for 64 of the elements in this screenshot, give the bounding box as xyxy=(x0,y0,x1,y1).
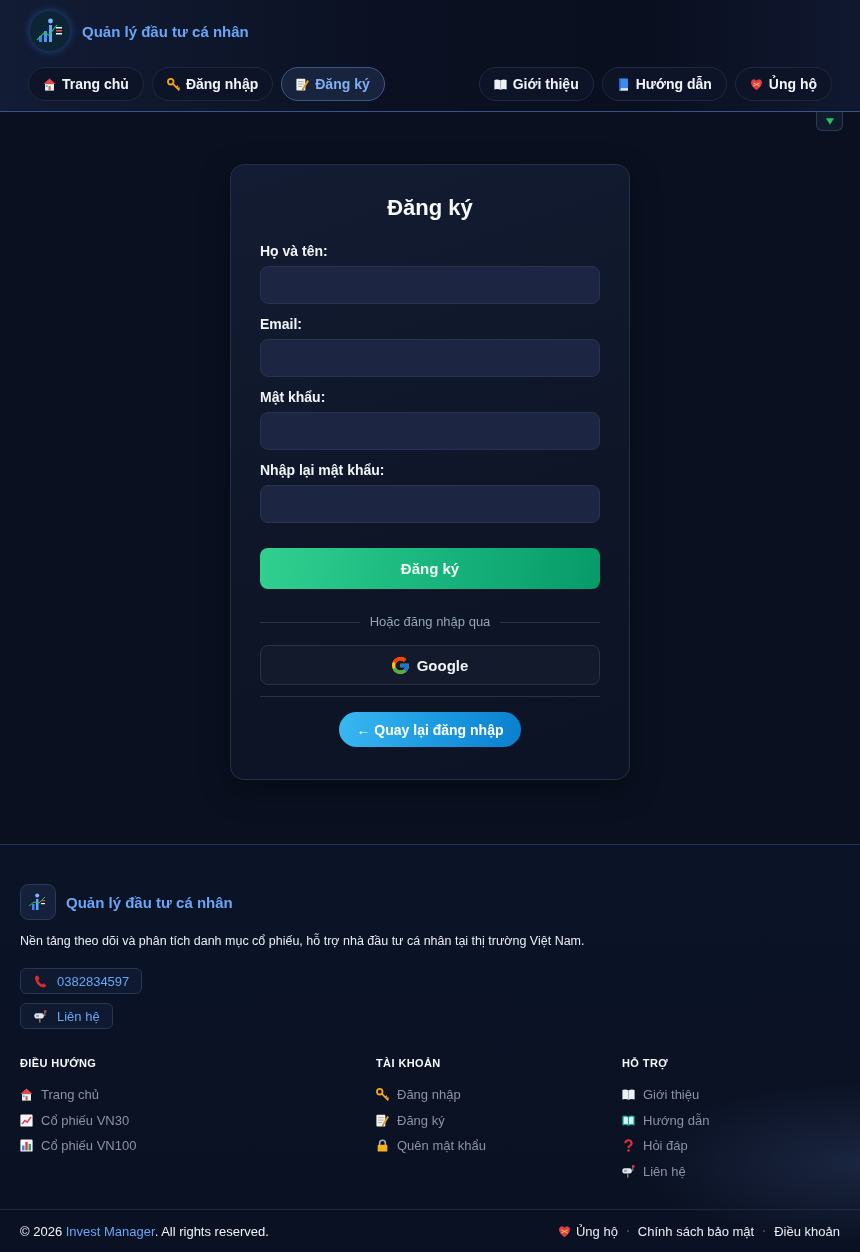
column-heading: TÀI KHOẢN xyxy=(376,1056,441,1070)
notepad-pencil-icon xyxy=(376,1113,389,1127)
column-heading: HỖ TRỢ xyxy=(622,1056,668,1070)
brand-title[interactable]: Quản lý đầu tư cá nhân xyxy=(82,22,249,40)
input-field[interactable] xyxy=(260,412,600,450)
column-heading: ĐIỀU HƯỚNG xyxy=(20,1056,97,1070)
mailbox-icon xyxy=(622,1164,635,1178)
toggle-button[interactable] xyxy=(816,112,843,131)
footer-link[interactable]: Cổ phiếu VN100 xyxy=(20,1133,137,1159)
key-icon xyxy=(376,1088,389,1102)
nav-tab[interactable]: Giới thiệu xyxy=(478,67,594,101)
nav-tab[interactable]: Đăng nhập xyxy=(151,67,274,101)
field-label: Họ và tên: xyxy=(260,242,328,260)
nav-tab[interactable]: Đăng ký xyxy=(281,67,385,101)
footer-bottom-link[interactable]: Ủng hộ xyxy=(557,1223,618,1239)
input-field[interactable] xyxy=(260,266,600,304)
house-icon xyxy=(20,1088,33,1102)
key-icon xyxy=(166,77,180,91)
field-label: Nhập lại mật khẩu: xyxy=(260,461,385,479)
nav-tab[interactable]: Trang chủ xyxy=(28,67,144,101)
book-icon xyxy=(616,77,630,91)
field-label: Email: xyxy=(260,315,302,333)
house-icon xyxy=(43,77,56,91)
footer-link[interactable]: Giới thiệu xyxy=(622,1082,700,1108)
footer-link[interactable]: Cổ phiếu VN30 xyxy=(20,1107,130,1133)
footer-link[interactable]: Quên mật khẩu xyxy=(376,1133,486,1159)
contact-link[interactable]: 0382834597 xyxy=(20,968,143,994)
phone-icon xyxy=(34,974,47,988)
nav-tab[interactable]: Hướng dẫn xyxy=(601,67,727,101)
logo-icon[interactable] xyxy=(30,11,70,51)
footer-link[interactable]: Đăng ký xyxy=(376,1107,445,1133)
lock-icon xyxy=(376,1139,389,1153)
form-title: Đăng ký xyxy=(386,194,474,222)
google-button[interactable]: Google xyxy=(260,645,600,685)
open-book-icon xyxy=(622,1113,635,1127)
footer-brand-title[interactable]: Quản lý đầu tư cá nhân xyxy=(66,893,233,911)
brand-link[interactable]: Invest Manager xyxy=(65,1223,155,1239)
input-field[interactable] xyxy=(260,339,600,377)
footer-link[interactable]: Trang chủ xyxy=(20,1082,100,1108)
open-book-icon xyxy=(622,1088,635,1102)
field-label: Mật khẩu: xyxy=(260,388,326,406)
footer-bottom-link[interactable]: Chính sách bảo mật xyxy=(637,1223,755,1239)
footer-link[interactable]: Hướng dẫn xyxy=(622,1107,710,1133)
heart-icon xyxy=(557,1224,571,1238)
mailbox-icon xyxy=(34,1009,47,1023)
logo-icon[interactable] xyxy=(20,884,56,920)
heart-icon xyxy=(749,77,763,91)
question-mark-icon xyxy=(622,1139,635,1153)
footer-link[interactable]: Hỏi đáp xyxy=(622,1133,688,1159)
open-book-icon xyxy=(493,77,507,91)
footer-link[interactable]: Đăng nhập xyxy=(376,1082,461,1108)
input-field[interactable] xyxy=(260,485,600,523)
bar-chart-icon xyxy=(20,1139,33,1153)
copyright-text: © 2026 Invest Manager. All rights reserved. xyxy=(20,1223,269,1239)
footer-bottom-link[interactable]: Điều khoản xyxy=(774,1223,840,1239)
footer-link[interactable]: Liên hệ xyxy=(622,1158,686,1184)
divider-text: Hoặc đăng nhập qua xyxy=(369,613,491,631)
google-logo-icon xyxy=(391,656,409,674)
notepad-pencil-icon xyxy=(296,77,310,91)
nav-tab[interactable]: Ủng hộ xyxy=(734,67,832,101)
line-chart-icon xyxy=(20,1113,33,1127)
contact-link[interactable]: Liên hệ xyxy=(20,1003,113,1029)
footer-description: Nền tảng theo dõi và phân tích danh mục cổ phiếu, hỗ trợ nhà đầu tư cá nhân tại thị trường Việt Nam. xyxy=(20,933,586,949)
caret-icon xyxy=(825,117,834,125)
